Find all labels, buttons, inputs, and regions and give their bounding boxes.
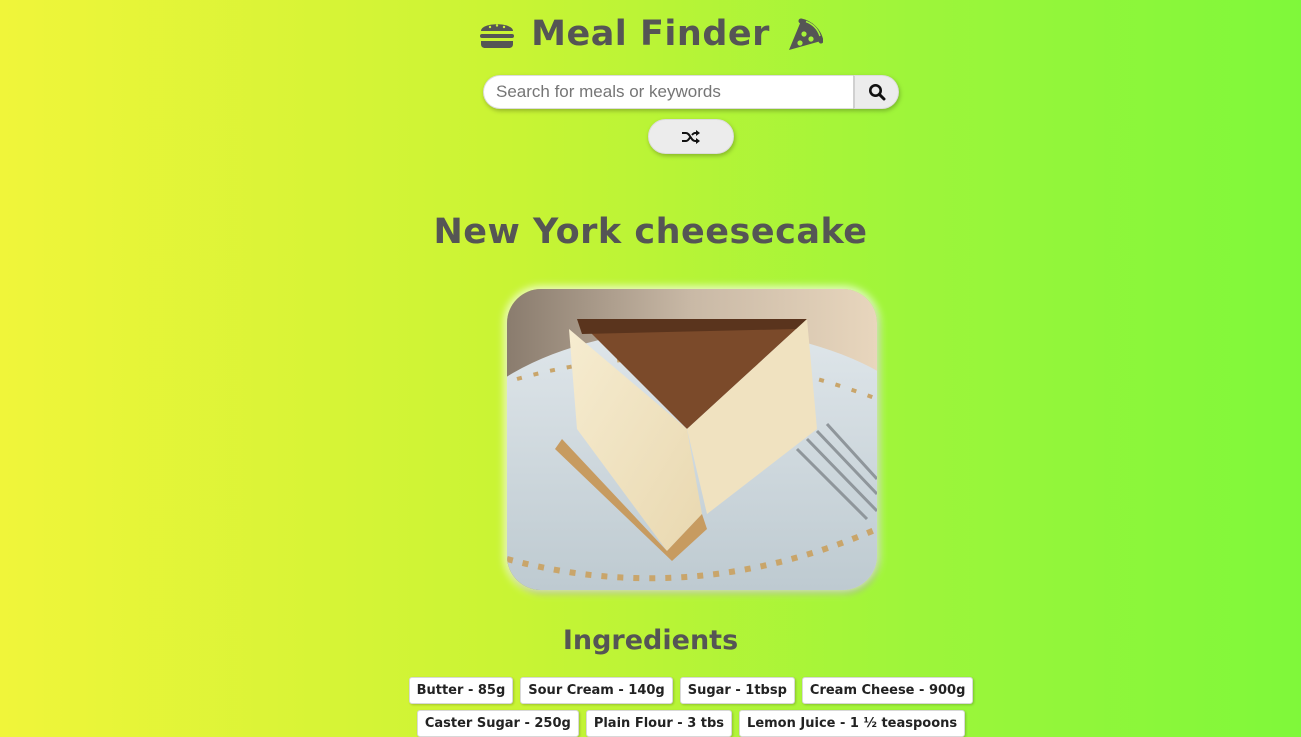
- ingredient-tag: Cream Cheese - 900g: [801, 677, 974, 704]
- search-button[interactable]: [853, 75, 899, 109]
- search-bar: [483, 75, 899, 109]
- burger-icon: [477, 14, 517, 54]
- search-input[interactable]: [483, 75, 853, 109]
- app-header: Meal Finder: [0, 14, 1301, 54]
- ingredients-list: Butter - 85g Sour Cream - 140g Sugar - 1…: [360, 677, 1022, 737]
- pizza-icon: [784, 14, 824, 54]
- ingredients-heading: Ingredients: [562, 625, 739, 656]
- app-title: Meal Finder: [531, 14, 770, 54]
- ingredient-tag: Lemon Juice - 1 ½ teaspoons: [739, 710, 966, 737]
- shuffle-icon: [681, 129, 701, 145]
- random-meal-button[interactable]: [648, 119, 734, 154]
- ingredient-tag: Plain Flour - 3 tbs: [585, 710, 733, 737]
- ingredient-tag: Butter - 85g: [408, 677, 514, 704]
- ingredient-tag: Caster Sugar - 250g: [416, 710, 579, 737]
- search-icon: [868, 83, 886, 101]
- ingredient-tag: Sour Cream - 140g: [520, 677, 673, 704]
- meal-title: New York cheesecake: [433, 212, 868, 252]
- meal-image: [507, 289, 877, 590]
- ingredient-tag: Sugar - 1tbsp: [679, 677, 795, 704]
